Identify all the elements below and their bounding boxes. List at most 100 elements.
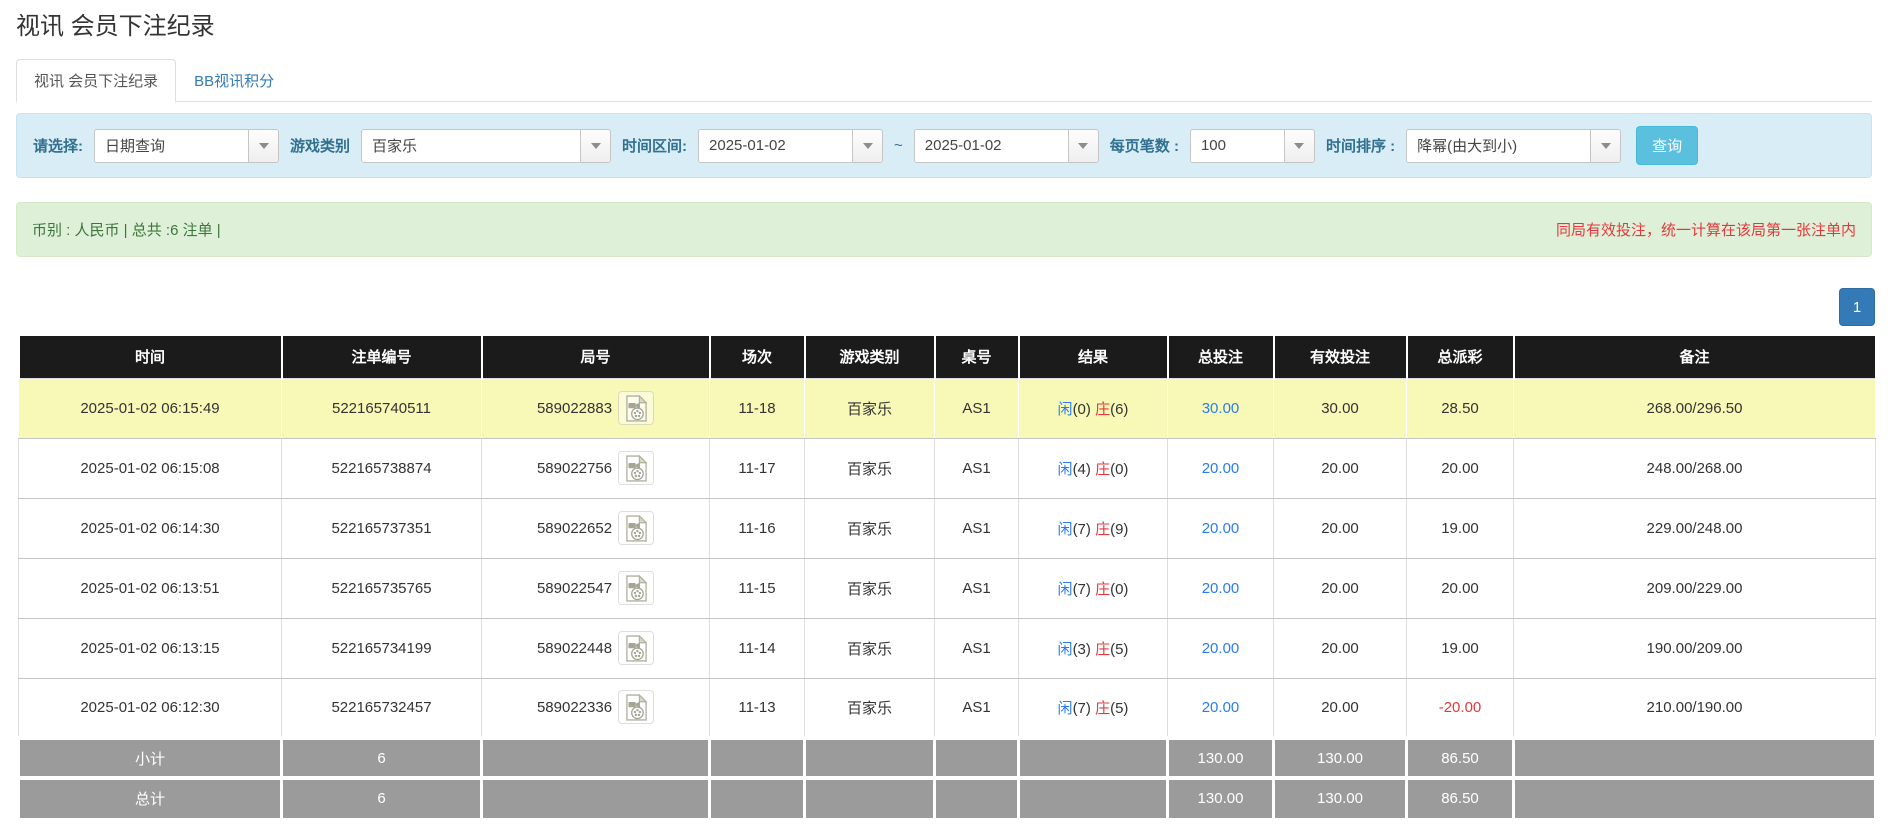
cell-result: 闲(3) 庄(5)	[1019, 618, 1168, 678]
cell-total-bet-link[interactable]: 20.00	[1168, 498, 1274, 558]
cell-time: 2025-01-02 06:13:15	[19, 618, 282, 678]
cell-session: 11-14	[710, 618, 805, 678]
total-count: 6	[282, 778, 482, 818]
game-type-select[interactable]: 百家乐	[361, 129, 611, 163]
round-id-text: 589022547	[537, 580, 612, 597]
summary-bar: 币别 : 人民币 | 总共 :6 注单 | 同局有效投注，统一计算在该局第一张注…	[16, 202, 1872, 257]
cell-table-no: AS1	[935, 498, 1019, 558]
header-session: 场次	[710, 336, 805, 378]
header-bet-id: 注单编号	[282, 336, 482, 378]
cell-game-type: 百家乐	[805, 438, 935, 498]
cell-valid-bet: 20.00	[1274, 498, 1407, 558]
cell-table-no: AS1	[935, 618, 1019, 678]
cell-payout: 19.00	[1407, 498, 1514, 558]
video-replay-button[interactable]	[618, 391, 654, 425]
cell-result: 闲(4) 庄(0)	[1019, 438, 1168, 498]
result-banker-value: (9)	[1110, 521, 1128, 538]
video-replay-button[interactable]	[618, 631, 654, 665]
tab-bar: 视讯 会员下注纪录 BB视讯积分	[16, 59, 1872, 102]
cell-time: 2025-01-02 06:14:30	[19, 498, 282, 558]
currency-summary-text: 币别 : 人民币 | 总共 :6 注单 |	[32, 219, 221, 240]
cell-game-type: 百家乐	[805, 558, 935, 618]
cell-game-type: 百家乐	[805, 618, 935, 678]
page-size-dropdown-button[interactable]	[1284, 130, 1314, 162]
cell-note: 229.00/248.00	[1514, 498, 1876, 558]
result-player-value: (7)	[1073, 581, 1091, 598]
cell-note: 209.00/229.00	[1514, 558, 1876, 618]
search-button[interactable]: 查询	[1636, 126, 1698, 165]
table-row: 2025-01-02 06:13:15 522165734199 5890224…	[19, 618, 1876, 678]
cell-total-bet-link[interactable]: 30.00	[1168, 378, 1274, 438]
cell-time: 2025-01-02 06:12:30	[19, 678, 282, 738]
sort-select[interactable]: 降幂(由大到小)	[1406, 129, 1621, 163]
table-row: 2025-01-02 06:14:30 522165737351 5890226…	[19, 498, 1876, 558]
video-file-icon	[625, 515, 648, 542]
date-to-dropdown-button[interactable]	[1068, 130, 1098, 162]
cell-time: 2025-01-02 06:13:51	[19, 558, 282, 618]
video-replay-button[interactable]	[618, 690, 654, 724]
cell-total-bet-link[interactable]: 20.00	[1168, 438, 1274, 498]
result-banker-value: (0)	[1110, 461, 1128, 478]
page-1-button[interactable]: 1	[1839, 288, 1875, 326]
video-file-icon	[625, 635, 648, 662]
round-id-text: 589022883	[537, 400, 612, 417]
cell-total-bet-link[interactable]: 20.00	[1168, 678, 1274, 738]
header-time: 时间	[19, 336, 282, 378]
table-body: 2025-01-02 06:15:49 522165740511 5890228…	[19, 378, 1876, 738]
cell-bet-id: 522165738874	[282, 438, 482, 498]
cell-session: 11-16	[710, 498, 805, 558]
cell-note: 248.00/268.00	[1514, 438, 1876, 498]
cell-game-type: 百家乐	[805, 678, 935, 738]
notice-text: 同局有效投注，统一计算在该局第一张注单内	[1556, 219, 1856, 240]
cell-total-bet-link[interactable]: 20.00	[1168, 558, 1274, 618]
result-banker-label: 庄	[1095, 401, 1110, 418]
date-from-dropdown-button[interactable]	[852, 130, 882, 162]
total-payout: 86.50	[1407, 778, 1514, 818]
cell-payout: 19.00	[1407, 618, 1514, 678]
cell-round-id: 589022756	[482, 438, 710, 498]
result-banker-value: (0)	[1110, 581, 1128, 598]
sort-dropdown-button[interactable]	[1590, 130, 1620, 162]
header-table-no: 桌号	[935, 336, 1019, 378]
cell-round-id: 589022547	[482, 558, 710, 618]
cell-bet-id: 522165732457	[282, 678, 482, 738]
date-from-select[interactable]: 2025-01-02	[698, 129, 883, 163]
tab-bb-video-points[interactable]: BB视讯积分	[176, 59, 292, 102]
chevron-down-icon	[591, 143, 601, 149]
video-replay-button[interactable]	[618, 571, 654, 605]
result-banker-label: 庄	[1095, 461, 1110, 478]
cell-table-no: AS1	[935, 438, 1019, 498]
header-total-bet: 总投注	[1168, 336, 1274, 378]
query-type-dropdown-button[interactable]	[248, 130, 278, 162]
cell-bet-id: 522165735765	[282, 558, 482, 618]
cell-round-id: 589022336	[482, 678, 710, 738]
round-id-text: 589022756	[537, 460, 612, 477]
header-payout: 总派彩	[1407, 336, 1514, 378]
cell-table-no: AS1	[935, 678, 1019, 738]
table-row: 2025-01-02 06:15:08 522165738874 5890227…	[19, 438, 1876, 498]
table-row: 2025-01-02 06:13:51 522165735765 5890225…	[19, 558, 1876, 618]
round-id-text: 589022448	[537, 640, 612, 657]
header-round-id: 局号	[482, 336, 710, 378]
cell-session: 11-18	[710, 378, 805, 438]
video-file-icon	[625, 455, 648, 482]
cell-result: 闲(0) 庄(6)	[1019, 378, 1168, 438]
query-type-select[interactable]: 日期查询	[94, 129, 279, 163]
cell-game-type: 百家乐	[805, 498, 935, 558]
page-size-select[interactable]: 100	[1190, 129, 1315, 163]
subtotal-valid-bet: 130.00	[1274, 738, 1407, 778]
cell-payout: 20.00	[1407, 438, 1514, 498]
cell-total-bet-link[interactable]: 20.00	[1168, 618, 1274, 678]
game-type-dropdown-button[interactable]	[580, 130, 610, 162]
cell-table-no: AS1	[935, 378, 1019, 438]
tab-betting-records[interactable]: 视讯 会员下注纪录	[16, 59, 176, 102]
result-banker-label: 庄	[1095, 581, 1110, 598]
page-title: 视讯 会员下注纪录	[16, 6, 1888, 41]
video-replay-button[interactable]	[618, 451, 654, 485]
cell-result: 闲(7) 庄(5)	[1019, 678, 1168, 738]
date-to-select[interactable]: 2025-01-02	[914, 129, 1099, 163]
table-header-row: 时间 注单编号 局号 场次 游戏类别 桌号 结果 总投注 有效投注 总派彩 备注	[19, 336, 1876, 378]
filter-panel: 请选择: 日期查询 游戏类别 百家乐 时间区间: 2025-01-02 ~ 20…	[16, 113, 1872, 178]
video-replay-button[interactable]	[618, 511, 654, 545]
sort-label: 时间排序 :	[1326, 135, 1395, 156]
